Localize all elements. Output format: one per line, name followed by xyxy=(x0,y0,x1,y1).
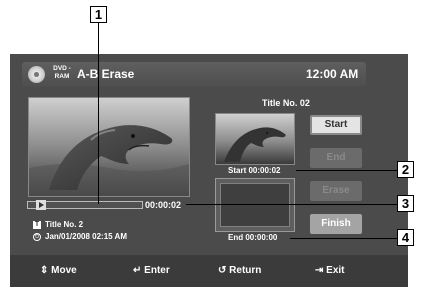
footer-enter-label: Enter xyxy=(144,265,170,276)
end-thumbnail xyxy=(215,178,295,232)
title-info: Title No. 2 xyxy=(45,220,84,229)
footer-move[interactable]: ⇕ Move xyxy=(40,265,77,277)
footer-return-label: Return xyxy=(229,265,262,276)
end-time-label: End 00:00:00 xyxy=(228,233,278,242)
footer-enter[interactable]: ↵ Enter xyxy=(133,265,170,277)
callout-2: 2 xyxy=(397,161,414,178)
start-button[interactable]: Start xyxy=(310,115,362,135)
video-preview xyxy=(28,97,190,197)
title-icon: T xyxy=(33,221,41,229)
callout-1: 1 xyxy=(90,6,107,23)
end-button[interactable]: End xyxy=(310,148,362,168)
finish-button[interactable]: Finish xyxy=(310,214,362,234)
callout-3-leader xyxy=(186,204,397,205)
title-number: Title No. 02 xyxy=(262,98,310,108)
callout-1-leader xyxy=(98,23,99,204)
clock-display: 12:00 AM xyxy=(306,67,359,81)
return-icon: ↺ xyxy=(218,265,227,276)
date-info: Jan/01/2008 02:15 AM xyxy=(45,232,127,241)
start-thumbnail xyxy=(215,113,295,165)
screen-title: A-B Erase xyxy=(77,67,135,81)
up-down-arrows-icon: ⇕ xyxy=(40,265,49,276)
current-time: 00:00:02 xyxy=(145,200,182,210)
disc-icon xyxy=(28,66,45,83)
callout-4-leader xyxy=(290,238,397,239)
footer-move-label: Move xyxy=(51,265,77,276)
erase-button[interactable]: Erase xyxy=(310,181,362,201)
footer-exit-label: Exit xyxy=(326,265,345,276)
play-icon xyxy=(36,200,46,210)
clock-icon: ⏲ xyxy=(33,233,41,241)
callout-4: 4 xyxy=(397,229,414,246)
start-time-label: Start 00:00:02 xyxy=(228,166,281,175)
callout-3: 3 xyxy=(397,195,414,212)
callout-2-leader xyxy=(296,170,397,171)
footer-return[interactable]: ↺ Return xyxy=(218,265,261,277)
disc-type-label: DVD -RAM xyxy=(53,65,71,80)
exit-icon: ⇥ xyxy=(315,265,324,276)
footer-exit[interactable]: ⇥ Exit xyxy=(315,265,345,277)
enter-icon: ↵ xyxy=(133,265,142,276)
